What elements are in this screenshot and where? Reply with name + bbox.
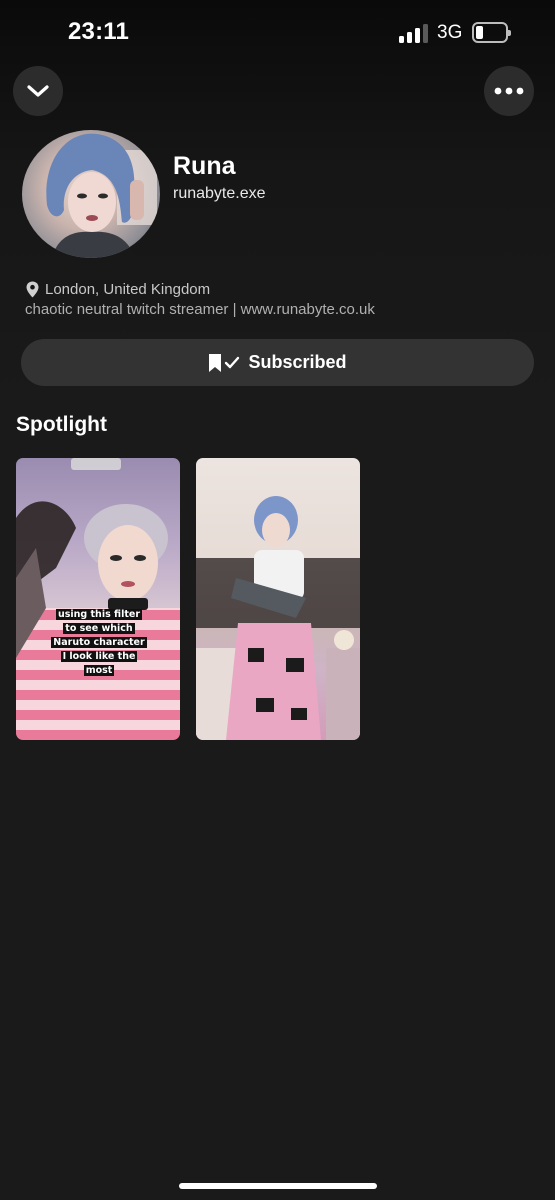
location-text: London, United Kingdom <box>45 280 211 298</box>
subscribed-button[interactable]: Subscribed <box>21 339 534 386</box>
more-horizontal-icon <box>494 87 524 95</box>
spotlight-thumbnail-image <box>16 458 168 658</box>
spotlight-caption-text: using this filter to see which Naruto ch… <box>51 609 147 676</box>
spotlight-thumbnail-image <box>196 496 360 740</box>
cellular-signal-icon <box>399 23 429 43</box>
subscribed-label: Subscribed <box>248 352 347 372</box>
more-options-button[interactable] <box>484 66 534 116</box>
profile-name: Runa <box>173 152 236 180</box>
spotlight-item[interactable] <box>196 458 360 740</box>
avatar-portrait <box>46 133 157 258</box>
status-time: 23:11 <box>68 18 130 45</box>
spotlight-title: Spotlight <box>16 413 107 436</box>
home-indicator[interactable] <box>179 1183 377 1189</box>
profile-username: runabyte.exe <box>173 185 266 202</box>
location-row: London, United Kingdom <box>26 279 210 299</box>
status-bar: 23:11 3G <box>0 0 555 66</box>
profile-avatar[interactable] <box>22 130 160 258</box>
bookmark-check-icon <box>209 353 240 372</box>
back-button[interactable] <box>13 66 63 116</box>
network-type: 3G <box>437 22 463 43</box>
chevron-down-icon <box>27 85 49 97</box>
profile-bio: chaotic neutral twitch streamer | www.ru… <box>25 301 375 318</box>
battery-icon <box>472 22 511 43</box>
location-pin-icon <box>26 281 39 297</box>
spotlight-item[interactable]: using this filter to see which Naruto ch… <box>16 458 180 740</box>
spotlight-caption: using this filter to see which Naruto ch… <box>51 608 147 678</box>
